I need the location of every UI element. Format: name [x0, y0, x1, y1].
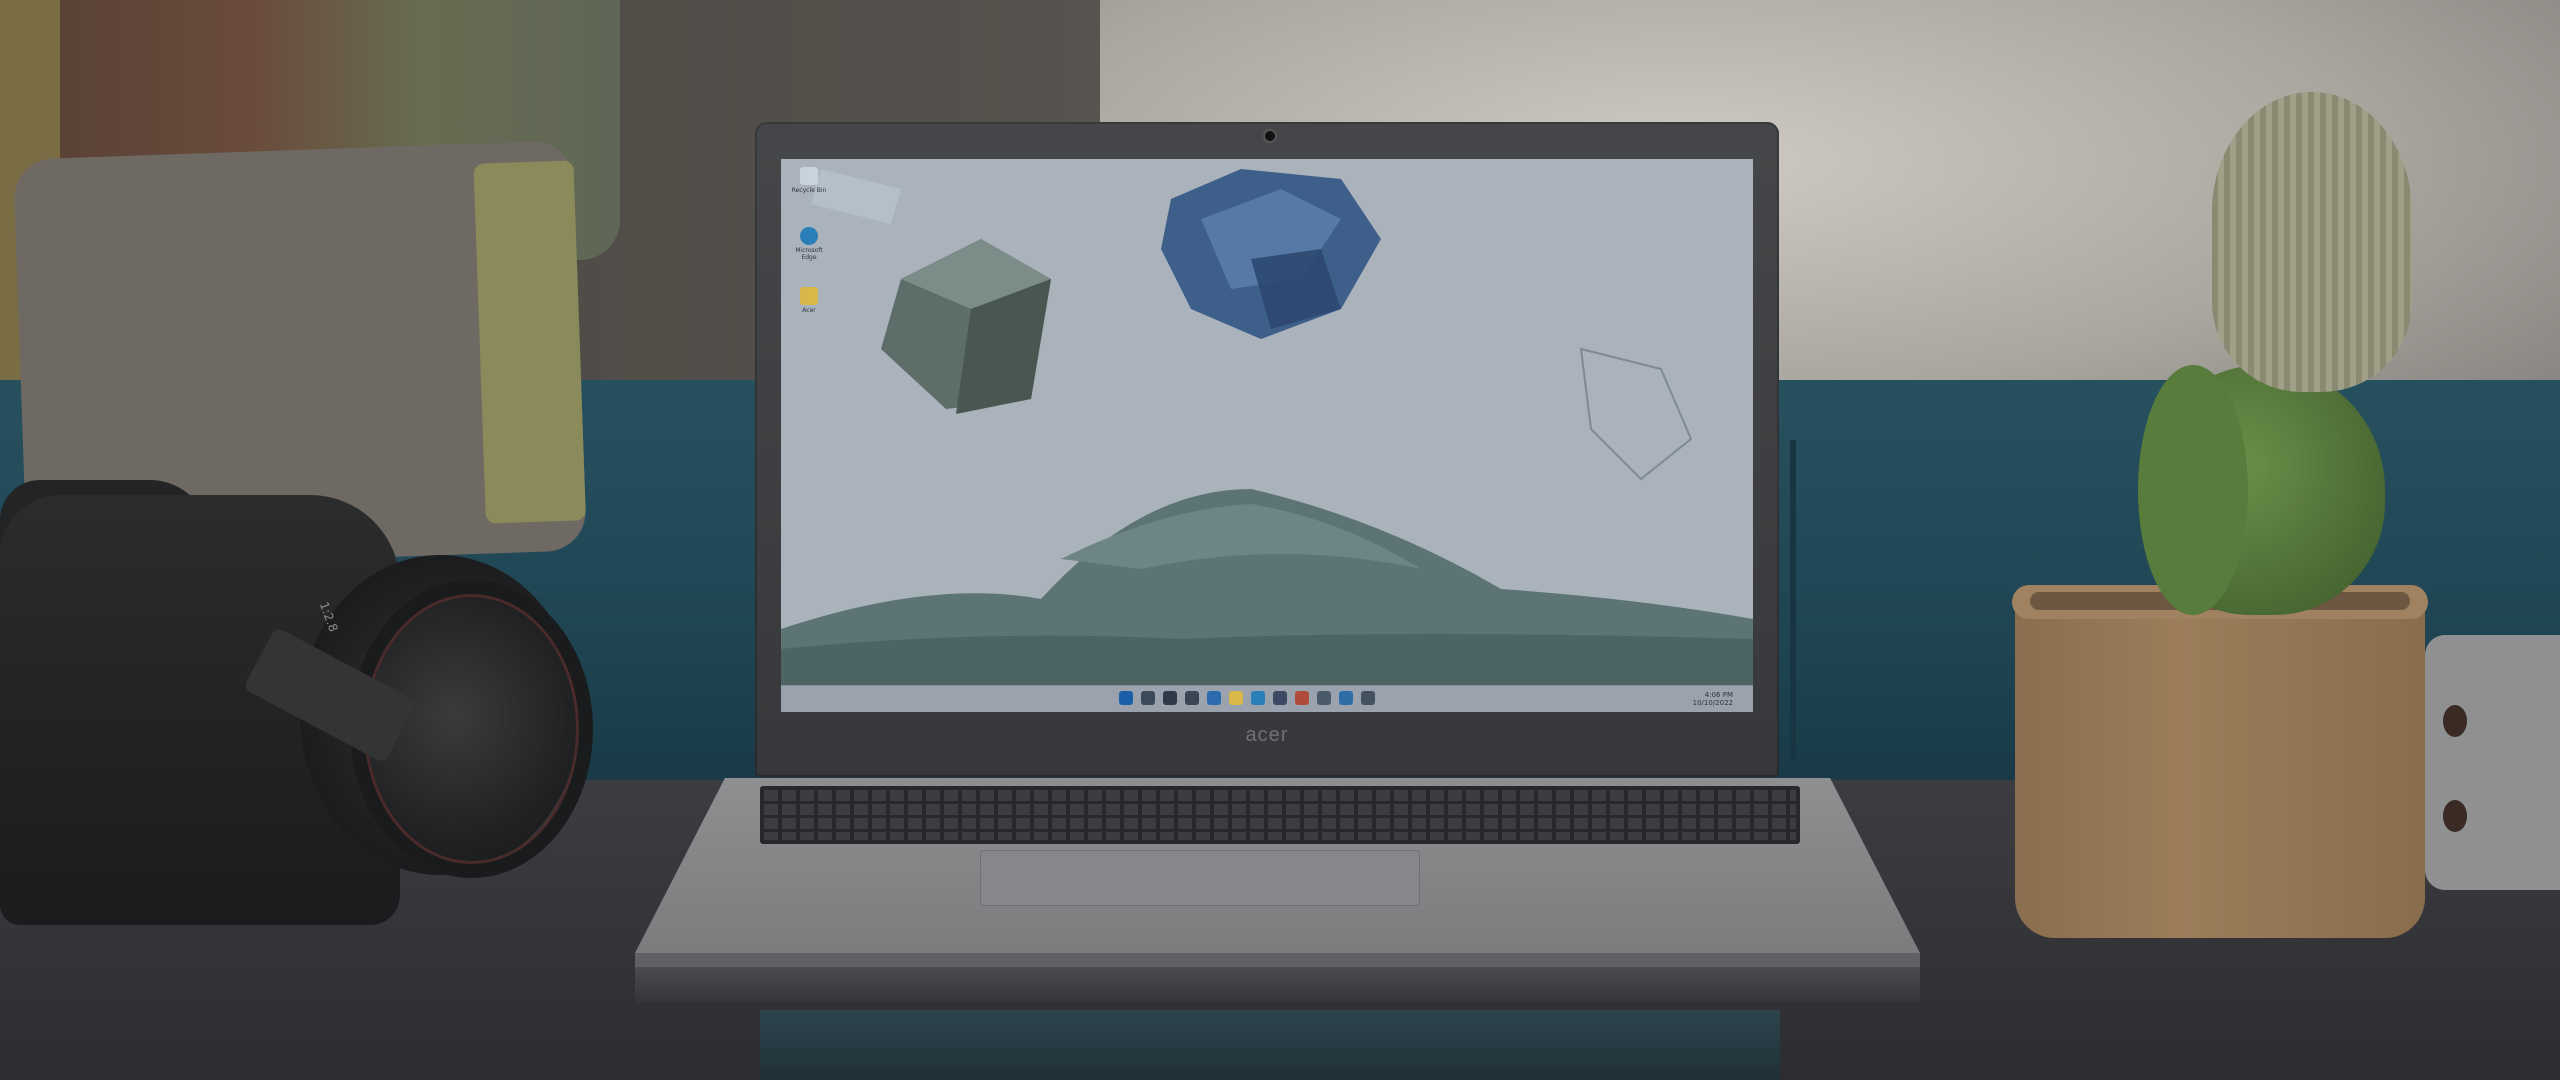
plant-pot: [2015, 588, 2425, 938]
acer-logo: acer: [1245, 724, 1289, 746]
recycle-bin-icon: [800, 167, 818, 185]
taskbar: 4:06 PM 10/10/2022: [781, 685, 1753, 712]
laptop-lid: Recycle Bin Microsoft Edge Acer 4:06 PM …: [755, 122, 1779, 777]
taskbar-app-icon[interactable]: [1141, 691, 1155, 705]
dice-pip: [2443, 800, 2467, 832]
desktop-icon-label: Acer: [802, 307, 816, 314]
taskbar-app-icon[interactable]: [1185, 691, 1199, 705]
pillow-stripe: [473, 160, 586, 524]
white-dice: [2425, 635, 2560, 890]
touchpad: [980, 850, 1420, 906]
tray-time: 4:06 PM: [1704, 691, 1733, 699]
edge-icon: [800, 227, 818, 245]
screen-reflection: [760, 1010, 1780, 1080]
desktop-icon-edge[interactable]: Microsoft Edge: [791, 227, 827, 261]
desktop-icon-label: Microsoft Edge: [795, 247, 823, 261]
laptop-screen: Recycle Bin Microsoft Edge Acer 4:06 PM …: [781, 159, 1753, 712]
dice-pip: [2443, 705, 2467, 737]
taskbar-app-icon[interactable]: [1207, 691, 1221, 705]
taskbar-icons: [1119, 691, 1375, 707]
taskbar-app-icon[interactable]: [1339, 691, 1353, 705]
desktop-icon-recycle-bin[interactable]: Recycle Bin: [791, 167, 827, 194]
taskbar-app-icon[interactable]: [1119, 691, 1133, 705]
wallpaper: [781, 159, 1753, 712]
cactus-side-pad: [2138, 365, 2248, 615]
keyboard: [760, 786, 1800, 844]
webcam: [1265, 131, 1275, 141]
taskbar-app-icon[interactable]: [1295, 691, 1309, 705]
taskbar-app-icon[interactable]: [1229, 691, 1243, 705]
taskbar-app-icon[interactable]: [1251, 691, 1265, 705]
desktop-icon-label: Recycle Bin: [791, 187, 827, 194]
laptop-front-edge: [635, 953, 1920, 967]
cactus-column: [2212, 92, 2412, 392]
laptop-shadow: [635, 967, 1920, 1003]
taskbar-app-icon[interactable]: [1361, 691, 1375, 705]
sofa-seam: [1790, 440, 1796, 760]
photo-scene: Recycle Bin Microsoft Edge Acer 4:06 PM …: [0, 0, 2560, 1080]
desktop-icon-folder[interactable]: Acer: [791, 287, 827, 314]
taskbar-app-icon[interactable]: [1317, 691, 1331, 705]
tray-date: 10/10/2022: [1692, 699, 1733, 707]
system-tray[interactable]: 4:06 PM 10/10/2022: [1693, 691, 1733, 707]
folder-icon: [800, 287, 818, 305]
taskbar-app-icon[interactable]: [1163, 691, 1177, 705]
taskbar-app-icon[interactable]: [1273, 691, 1287, 705]
